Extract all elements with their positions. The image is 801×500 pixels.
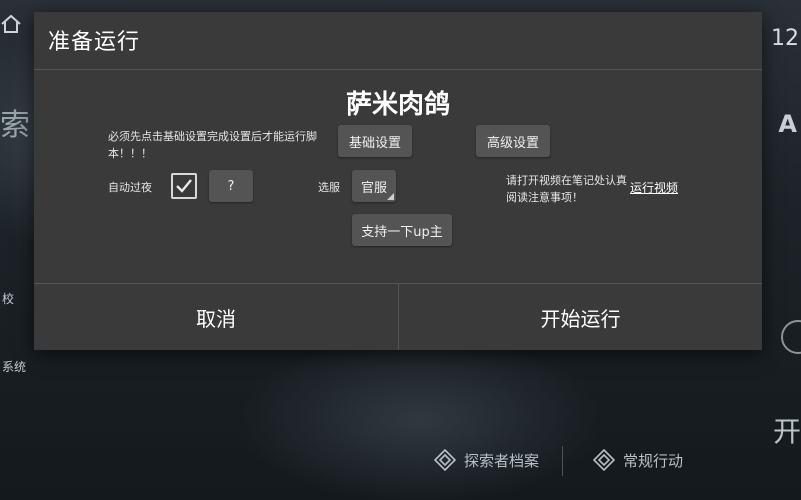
server-select[interactable]: 官服 [352,170,396,202]
basic-settings-button[interactable]: 基础设置 [338,125,412,157]
nav-explorer-archive-label: 探索者档案 [464,451,540,470]
diamond-icon [434,449,456,471]
nav-regular-operation[interactable]: 常规行动 [593,440,683,480]
dialog-title: 准备运行 [48,30,141,55]
run-video-link[interactable]: 运行视频 [630,179,678,196]
support-author-button[interactable]: 支持一下up主 [352,214,452,246]
script-name: 萨米肉鸽 [345,90,450,120]
title-divider [34,69,762,70]
settings-notice: 必须先点击基础设置完成设置后才能运行脚本！！！ [108,130,317,160]
server-label: 选服 [318,181,340,194]
advanced-settings-button[interactable]: 高级设置 [476,125,550,157]
background-counter: 12 [771,26,799,51]
background-label-bottom: 系统 [2,360,27,374]
server-select-value: 官服 [360,180,387,196]
prepare-run-dialog: 准备运行 萨米肉鸽 必须先点击基础设置完成设置后才能运行脚本！！！ 基础设置 高… [34,12,762,350]
start-run-button[interactable]: 开始运行 [399,284,762,350]
diamond-icon [593,449,615,471]
home-icon[interactable] [0,14,22,34]
nav-divider [562,446,563,476]
auto-pass-label: 自动过夜 [108,181,152,194]
help-button[interactable]: ? [209,170,253,202]
nav-explorer-archive[interactable]: 探索者档案 [434,440,539,480]
check-icon [176,179,192,193]
video-notice: 请打开视频在笔记处认真阅读注意事项！ [506,174,627,204]
nav-regular-operation-label: 常规行动 [623,451,684,470]
background-right-char: 开 [772,415,801,448]
cancel-button[interactable]: 取消 [34,284,398,350]
auto-pass-checkbox[interactable] [171,173,197,199]
background-title-char: 索 [0,108,30,143]
background-label-top: 校 [2,292,15,306]
background-right-letter: A [778,110,797,138]
dropdown-corner-icon [387,193,394,200]
